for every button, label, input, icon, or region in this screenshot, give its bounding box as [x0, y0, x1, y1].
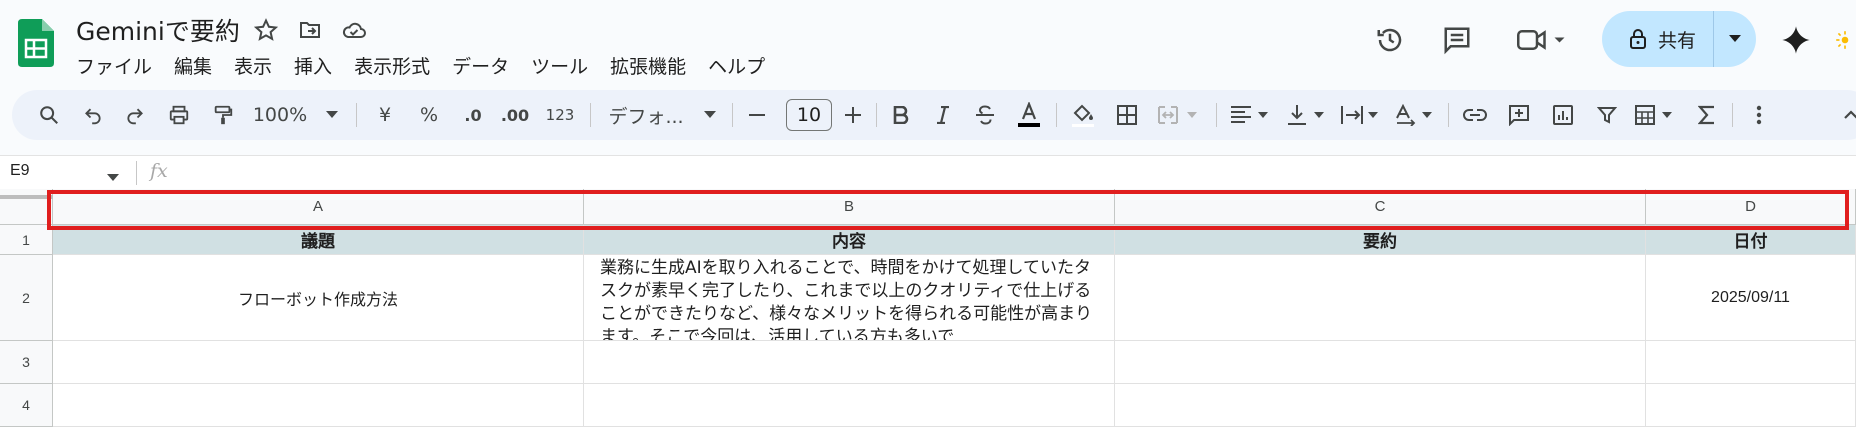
print-icon[interactable] [164, 90, 194, 140]
paint-format-icon[interactable] [208, 90, 238, 140]
cell-b3[interactable] [584, 341, 1115, 384]
search-menus-icon[interactable] [34, 90, 64, 140]
formula-bar: E9 fx [0, 155, 1856, 189]
document-title[interactable]: Geminiで要約 [76, 12, 240, 48]
cell-c2[interactable] [1115, 255, 1646, 341]
vertical-align-icon[interactable] [1284, 90, 1330, 140]
version-history-icon[interactable] [1370, 20, 1410, 60]
cell-a3[interactable] [53, 341, 584, 384]
star-icon[interactable] [252, 16, 280, 44]
cell-d3[interactable] [1646, 341, 1856, 384]
menu-extensions[interactable]: 拡張機能 [610, 52, 686, 79]
font-dropdown-icon[interactable] [702, 90, 718, 140]
cell-d4[interactable] [1646, 384, 1856, 427]
menu-edit[interactable]: 編集 [174, 52, 212, 79]
fx-icon: fx [150, 160, 168, 182]
sheets-logo-icon[interactable] [18, 19, 54, 67]
row-header-4[interactable]: 4 [0, 384, 53, 427]
cell-a4[interactable] [53, 384, 584, 427]
row-header-3[interactable]: 3 [0, 341, 53, 384]
menu-data[interactable]: データ [452, 52, 509, 79]
undo-icon[interactable] [78, 90, 108, 140]
name-box[interactable]: E9 [10, 162, 30, 180]
select-all-corner[interactable] [0, 189, 53, 225]
insert-chart-icon[interactable] [1548, 90, 1578, 140]
row-header-1[interactable]: 1 [0, 225, 53, 255]
cell-b2[interactable]: 業務に生成AIを取り入れることで、時間をかけて処理していたタスクが素早く完了した… [584, 255, 1115, 341]
menu-view[interactable]: 表示 [234, 52, 272, 79]
cell-b4[interactable] [584, 384, 1115, 427]
text-color-icon[interactable] [1014, 90, 1044, 140]
insert-link-icon[interactable] [1460, 90, 1490, 140]
collapse-toolbar-icon[interactable] [1838, 90, 1856, 140]
font-size-increase-icon[interactable] [840, 90, 866, 140]
zoom-value[interactable]: 100% [253, 90, 307, 140]
cloud-saved-icon[interactable] [340, 16, 368, 44]
share-button[interactable]: 共有 [1602, 11, 1756, 67]
menu-tools[interactable]: ツール [531, 52, 588, 79]
menu-format[interactable]: 表示形式 [354, 52, 430, 79]
redo-icon[interactable] [120, 90, 150, 140]
merge-cells-icon[interactable] [1154, 90, 1204, 140]
font-size-input[interactable]: 10 [786, 99, 832, 131]
cell-a2[interactable]: フローボット作成方法 [53, 255, 584, 341]
text-wrapping-icon[interactable] [1338, 90, 1384, 140]
comments-icon[interactable] [1437, 20, 1477, 60]
share-label: 共有 [1658, 29, 1697, 52]
cell-c3[interactable] [1115, 341, 1646, 384]
table-view-icon[interactable] [1632, 90, 1678, 140]
insert-comment-icon[interactable] [1504, 90, 1534, 140]
profile-avatar-icon[interactable] [1834, 20, 1856, 60]
decrease-decimal-button[interactable]: .0 [458, 90, 488, 140]
meet-video-icon[interactable] [1512, 20, 1572, 60]
strikethrough-icon[interactable] [972, 90, 998, 140]
caret-down-icon [1729, 35, 1741, 42]
gemini-sparkle-icon[interactable] [1776, 20, 1816, 60]
column-headers-highlight-box [47, 190, 1849, 230]
share-main[interactable]: 共有 [1602, 11, 1714, 67]
cell-c4[interactable] [1115, 384, 1646, 427]
share-dropdown[interactable] [1714, 35, 1756, 43]
percent-format-button[interactable]: % [416, 90, 442, 140]
text-rotation-icon[interactable] [1392, 90, 1438, 140]
functions-icon[interactable] [1692, 90, 1722, 140]
fill-color-icon[interactable] [1068, 90, 1098, 140]
font-size-decrease-icon[interactable] [744, 90, 770, 140]
menu-help[interactable]: ヘルプ [708, 52, 765, 79]
bold-icon[interactable] [888, 90, 914, 140]
increase-decimal-button[interactable]: .00 [500, 90, 530, 140]
more-options-icon[interactable] [1744, 90, 1774, 140]
toolbar: 100% ¥ % .0 .00 123 デフォ... 10 [12, 90, 1856, 140]
menu-insert[interactable]: 挿入 [294, 52, 332, 79]
more-formats-button[interactable]: 123 [542, 90, 578, 140]
top-bar: Geminiで要約 ファイル 編集 表示 挿入 表示形式 データ ツール 拡張機… [0, 0, 1856, 90]
font-family-select[interactable]: デフォ... [606, 90, 686, 140]
filter-icon[interactable] [1592, 90, 1622, 140]
italic-icon[interactable] [930, 90, 956, 140]
cell-d2[interactable]: 2025/09/11 [1646, 255, 1856, 341]
horizontal-align-icon[interactable] [1228, 90, 1274, 140]
menu-bar: ファイル 編集 表示 挿入 表示形式 データ ツール 拡張機能 ヘルプ [76, 52, 787, 79]
lock-icon [1630, 29, 1646, 49]
borders-icon[interactable] [1112, 90, 1142, 140]
row-header-2[interactable]: 2 [0, 255, 53, 341]
name-box-dropdown-icon[interactable] [107, 167, 119, 186]
menu-file[interactable]: ファイル [76, 52, 152, 79]
currency-format-button[interactable]: ¥ [372, 90, 398, 140]
zoom-dropdown-icon[interactable] [324, 90, 340, 140]
move-folder-icon[interactable] [296, 16, 324, 44]
